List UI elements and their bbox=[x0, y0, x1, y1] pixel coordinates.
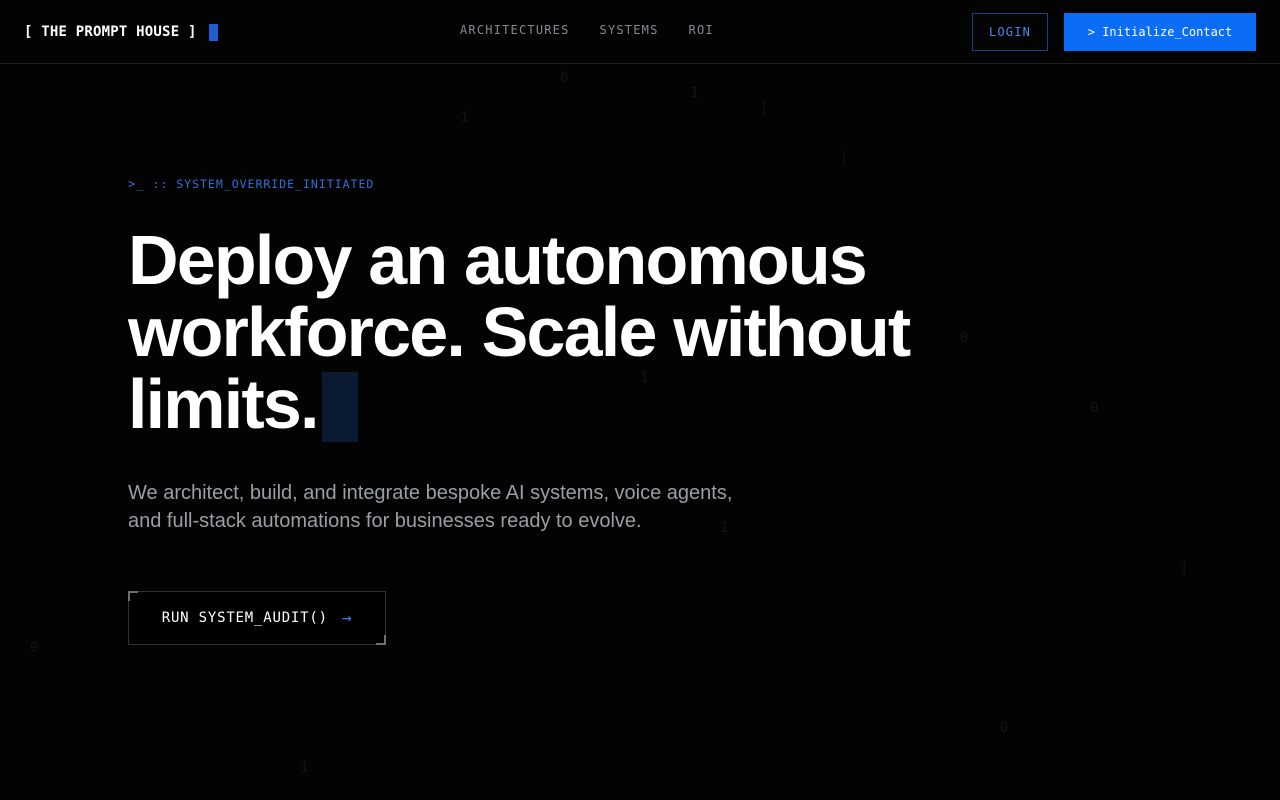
login-button[interactable]: LOGIN bbox=[972, 13, 1048, 51]
brand-cursor-block bbox=[208, 23, 218, 41]
initialize-contact-button[interactable]: > Initialize_Contact bbox=[1064, 13, 1256, 51]
hero-headline-text: Deploy an autonomous workforce. Scale wi… bbox=[128, 221, 911, 443]
system-prompt-text: :: SYSTEM_OVERRIDE_INITIATED bbox=[152, 177, 375, 191]
nav-item-roi[interactable]: ROI bbox=[689, 23, 714, 37]
main-nav: ARCHITECTURES SYSTEMS ROI bbox=[460, 23, 714, 37]
corner-accent-bottom-right bbox=[376, 635, 386, 645]
headline-cursor-block bbox=[321, 372, 358, 442]
hero-headline: Deploy an autonomous workforce. Scale wi… bbox=[128, 224, 1028, 442]
brand-logo[interactable]: [ THE PROMPT HOUSE ] bbox=[24, 21, 218, 43]
hero-subtext: We architect, build, and integrate bespo… bbox=[128, 479, 808, 535]
arrow-right-icon: → bbox=[341, 608, 353, 627]
run-system-audit-button[interactable]: RUN SYSTEM_AUDIT() → bbox=[128, 591, 386, 645]
site-header: [ THE PROMPT HOUSE ] ARCHITECTURES SYSTE… bbox=[0, 0, 1280, 64]
hero-subtext-line-1: We architect, build, and integrate bespo… bbox=[128, 482, 733, 504]
corner-accent-top-left bbox=[128, 591, 138, 601]
system-prompt-line: >_ :: SYSTEM_OVERRIDE_INITIATED bbox=[128, 177, 374, 191]
run-system-audit-label: RUN SYSTEM_AUDIT() bbox=[161, 610, 328, 626]
terminal-prompt-icon: >_ bbox=[128, 177, 145, 191]
hero-subtext-line-2: and full-stack automations for businesse… bbox=[128, 510, 642, 532]
nav-item-architectures[interactable]: ARCHITECTURES bbox=[460, 23, 570, 37]
nav-item-systems[interactable]: SYSTEMS bbox=[600, 23, 659, 37]
brand-name: [ THE PROMPT HOUSE ] bbox=[24, 24, 197, 40]
